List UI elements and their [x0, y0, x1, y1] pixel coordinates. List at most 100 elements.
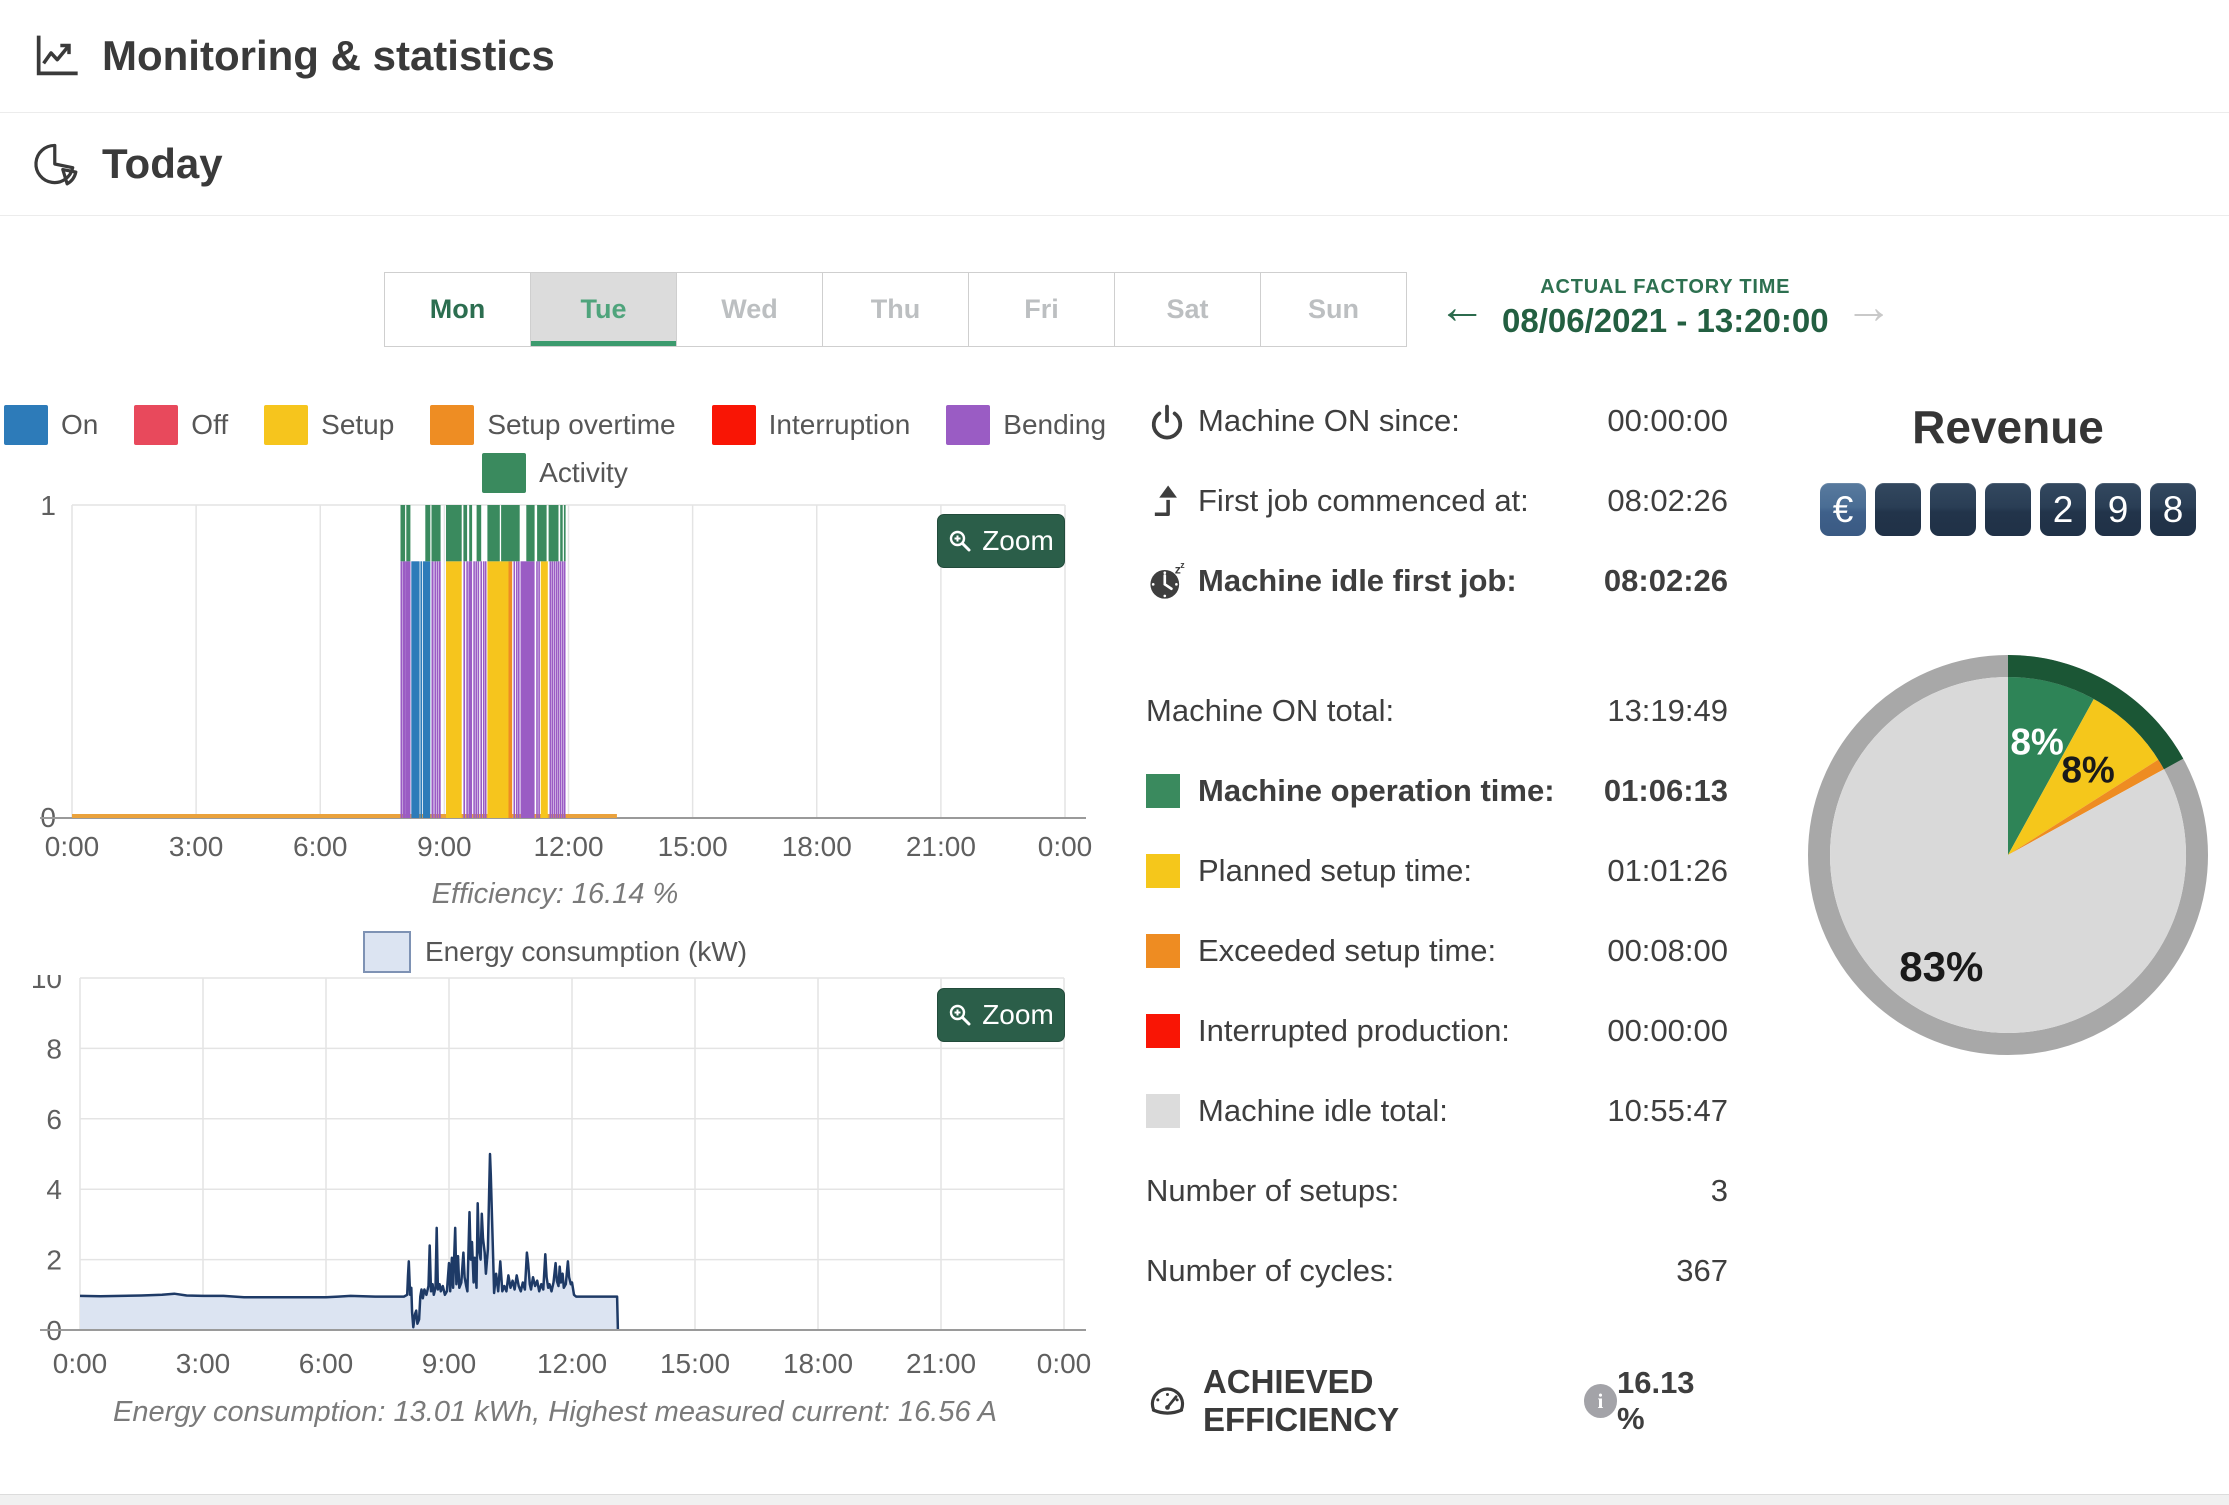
day-tabs: Mon Tue Wed Thu Fri Sat Sun [384, 272, 1407, 347]
stat-label: Machine idle first job: [1198, 563, 1517, 598]
stats-panel: Machine ON since: 00:00:00 First job comm… [1146, 381, 1728, 1441]
tab-mon[interactable]: Mon [384, 272, 531, 347]
prev-day-arrow[interactable]: ← [1438, 284, 1486, 332]
zoom-button-state-chart[interactable]: Zoom [937, 514, 1065, 568]
energy-caption: Energy consumption: 13.01 kWh, Highest m… [113, 1396, 997, 1428]
pie-chart-icon [34, 143, 78, 186]
stat-color-swatch [1146, 774, 1180, 808]
svg-text:1: 1 [40, 492, 56, 521]
svg-text:3:00: 3:00 [176, 1348, 231, 1379]
state-chart-legend: On Off Setup Setup overtime Interruption Bend… [0, 405, 1110, 501]
dashboard-screen: Monitoring & statistics Today Mon Tue Wed T… [0, 0, 2229, 1505]
first-job-icon [1154, 485, 1177, 517]
revenue-digit-tile: 2 [2040, 483, 2086, 536]
svg-text:2: 2 [46, 1245, 62, 1276]
svg-text:12:00: 12:00 [537, 1348, 607, 1379]
stat-row: Number of setups: 3 [1146, 1151, 1728, 1231]
stat-color-swatch [1146, 854, 1180, 888]
svg-text:0:00: 0:00 [1038, 831, 1093, 862]
zoom-button-label: Zoom [982, 999, 1054, 1030]
svg-text:21:00: 21:00 [906, 1348, 976, 1379]
stat-row: Number of cycles: 367 [1146, 1231, 1728, 1311]
stat-label: Planned setup time: [1198, 853, 1473, 888]
stat-value: 01:06:13 [1603, 773, 1728, 808]
today-section-header: Today [0, 113, 2229, 216]
svg-text:8: 8 [46, 1033, 62, 1064]
svg-text:0:00: 0:00 [53, 1348, 108, 1379]
magnifier-plus-icon [950, 530, 971, 552]
achieved-efficiency-row: ACHIEVED EFFICIENCY i 16.13 % [1146, 1361, 1728, 1441]
tab-wed[interactable]: Wed [676, 272, 823, 347]
energy-legend-swatch [362, 931, 411, 973]
legend-label: Setup [321, 409, 395, 440]
achieved-efficiency-label: ACHIEVED EFFICIENCY [1202, 1363, 1400, 1438]
tab-tue[interactable]: Tue [530, 272, 677, 347]
currency-tile: € [1820, 483, 1866, 536]
factory-time-label: ACTUAL FACTORY TIME [1540, 276, 1791, 298]
legend-item-activity: Activity [482, 453, 628, 493]
revenue-digit-tile [1985, 483, 2031, 536]
svg-text:0:00: 0:00 [1037, 1348, 1092, 1379]
svg-text:3:00: 3:00 [169, 831, 224, 862]
zoom-button-energy-chart[interactable]: Zoom [937, 988, 1065, 1042]
stat-label: Machine operation time: [1198, 773, 1555, 808]
info-icon[interactable]: i [1583, 1384, 1617, 1418]
stat-row: Machine idle total: 10:55:47 [1146, 1071, 1728, 1151]
legend-item-off: Off [134, 405, 228, 445]
revenue-digit-tile [1875, 483, 1921, 536]
legend-label: On [60, 409, 99, 440]
tab-thu[interactable]: Thu [822, 272, 969, 347]
svg-text:21:00: 21:00 [906, 831, 976, 862]
revenue-counter: €2 9 8 [1798, 483, 2218, 536]
stat-value: 00:00:00 [1607, 1013, 1728, 1048]
next-day-arrow[interactable]: → [1845, 284, 1893, 332]
stat-value: 01:01:26 [1607, 853, 1728, 888]
svg-text:15:00: 15:00 [660, 1348, 730, 1379]
legend-swatch-setup [264, 405, 309, 445]
svg-text:6:00: 6:00 [293, 831, 348, 862]
stat-row: Machine ON since: 00:00:00 [1146, 381, 1728, 461]
page-title: Monitoring & statistics [102, 32, 555, 79]
line-chart-icon [36, 35, 78, 76]
stat-row: Exceeded setup time: 00:08:00 [1146, 911, 1728, 991]
zoom-button-label: Zoom [982, 525, 1054, 556]
stat-label: Machine ON since: [1198, 403, 1460, 438]
stat-label: Number of cycles: [1146, 1253, 1395, 1288]
stats-spacer [1146, 621, 1728, 671]
legend-swatch-activity [482, 453, 527, 493]
legend-item-setup_overtime: Setup overtime [430, 405, 676, 445]
tab-fri[interactable]: Fri [968, 272, 1115, 347]
svg-text:0:00: 0:00 [45, 831, 100, 862]
legend-label: Off [191, 409, 229, 440]
stat-label: Number of setups: [1146, 1173, 1400, 1208]
legend-label: Interruption [768, 409, 911, 440]
legend-swatch-on [3, 405, 48, 445]
stat-value: 13:19:49 [1607, 693, 1728, 728]
stat-label: First job commenced at: [1198, 483, 1529, 518]
svg-text:18:00: 18:00 [782, 831, 852, 862]
section-title: Today [102, 140, 223, 187]
stat-value: 08:02:26 [1607, 483, 1728, 518]
stat-row: First job commenced at: 08:02:26 [1146, 461, 1728, 541]
app-header: Monitoring & statistics [0, 0, 2229, 113]
achieved-efficiency-value: 16.13 % [1616, 1365, 1695, 1436]
tab-sun[interactable]: Sun [1260, 272, 1407, 347]
legend-item-setup: Setup [264, 405, 394, 445]
legend-item-bending: Bending [946, 405, 1106, 445]
stat-value: 08:02:26 [1603, 563, 1728, 598]
legend-swatch-off [134, 405, 179, 445]
legend-swatch-bending [946, 405, 991, 445]
svg-text:9:00: 9:00 [417, 831, 472, 862]
legend-label: Setup overtime [487, 409, 676, 440]
revenue-digit-tile: 8 [2150, 483, 2196, 536]
stat-value: 00:08:00 [1607, 933, 1728, 968]
revenue-digit-tile [1930, 483, 1976, 536]
tab-sat[interactable]: Sat [1114, 272, 1261, 347]
svg-text:z: z [1180, 560, 1185, 570]
svg-text:12:00: 12:00 [533, 831, 603, 862]
svg-text:8%: 8% [2061, 750, 2114, 791]
stat-row: Planned setup time: 01:01:26 [1146, 831, 1728, 911]
stat-value: 10:55:47 [1607, 1093, 1728, 1128]
svg-text:10: 10 [31, 975, 62, 994]
power-icon [1151, 404, 1183, 440]
